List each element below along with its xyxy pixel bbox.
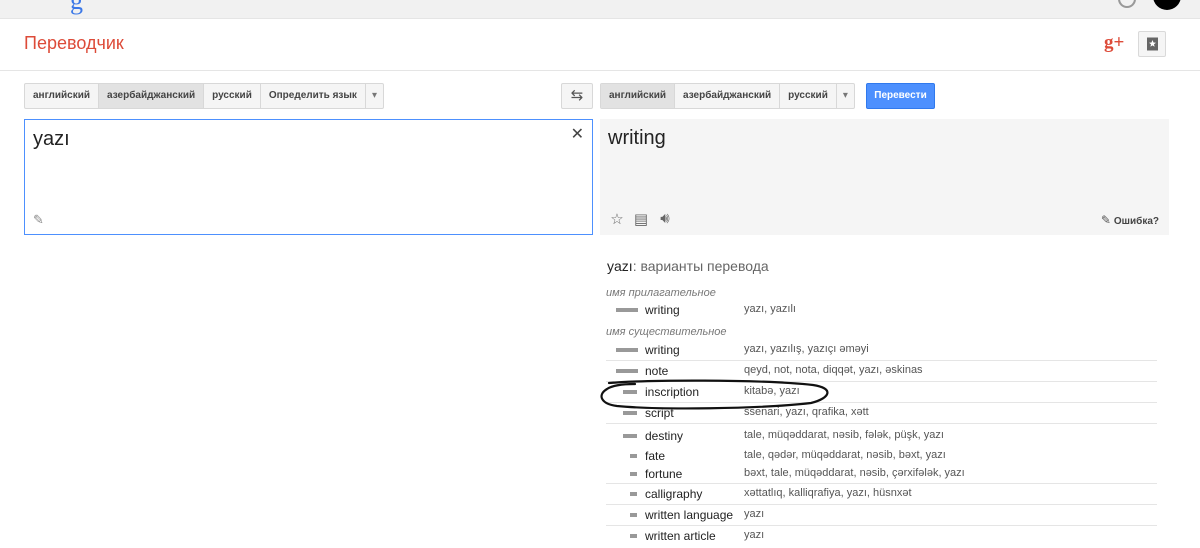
report-error-link[interactable]: ✎ Ошибка? <box>1101 213 1159 227</box>
bookmark-icon <box>1147 37 1158 51</box>
entry-word: writing <box>645 303 680 317</box>
speaker-icon[interactable]: 🔊︎ <box>657 210 673 228</box>
google-top-bar: g <box>0 0 1200 19</box>
source-lang-russian[interactable]: русский <box>204 84 261 108</box>
frequency-bar <box>616 348 638 352</box>
report-label: Ошибка? <box>1113 216 1159 227</box>
translate-button[interactable]: Перевести <box>866 83 935 109</box>
target-lang-azerbaijani[interactable]: азербайджанский <box>675 84 781 108</box>
list-item[interactable]: fate tale, qədər, müqəddarat, nəsib, bəx… <box>606 446 1157 464</box>
entry-word: written language <box>645 508 734 522</box>
result-text: writing <box>608 127 666 149</box>
dictionary-title: yazı: варианты перевода <box>607 258 769 274</box>
frequency-bar <box>630 454 637 458</box>
entry-word: fate <box>645 449 666 463</box>
entry-translations: bəxt, tale, müqəddarat, nəsib, çərxifələ… <box>744 467 965 479</box>
entry-word: note <box>645 364 669 378</box>
frequency-bar <box>630 472 637 476</box>
page-title: Переводчик <box>24 33 124 53</box>
entry-translations: tale, müqəddarat, nəsib, fələk, püşk, ya… <box>744 429 944 441</box>
close-icon[interactable]: ✕ <box>571 124 584 144</box>
frequency-bar <box>630 492 637 496</box>
entry-translations: yazı, yazılış, yazıçı əməyi <box>744 343 869 355</box>
list-item[interactable]: calligraphy xəttatlıq, kalliqrafiya, yaz… <box>606 484 1157 505</box>
list-item[interactable]: writing yazı, yazılı <box>606 300 1157 321</box>
hand-drawn-circle-annotation <box>600 379 829 410</box>
frequency-bar <box>623 434 637 438</box>
entry-translations: tale, qədər, müqəddarat, nəsib, bəxt, ya… <box>744 449 946 461</box>
entry-translations: yazı, yazılı <box>744 303 796 315</box>
apps-icon[interactable] <box>1118 0 1136 8</box>
entry-word: writing <box>645 343 680 357</box>
translation-result: writing ☆ ▤ 🔊︎ ✎ Ошибка? <box>600 119 1169 235</box>
star-icon[interactable]: ☆ <box>609 210 625 228</box>
swap-languages-button[interactable]: ⇆ <box>561 83 593 109</box>
source-text: yazı <box>33 128 70 150</box>
entry-word: calligraphy <box>645 487 703 501</box>
dictionary-word: yazı <box>607 258 633 274</box>
target-lang-russian[interactable]: русский <box>780 84 837 108</box>
frequency-bar <box>630 534 637 538</box>
frequency-bar <box>616 308 638 312</box>
entry-translations: qeyd, not, nota, diqqət, yazı, əskinas <box>744 364 923 376</box>
list-item[interactable]: written language yazı <box>606 505 1157 526</box>
chevron-down-icon: ▾ <box>371 90 377 101</box>
phrasebook-button[interactable] <box>1138 31 1166 57</box>
source-lang-detect[interactable]: Определить язык <box>261 84 366 108</box>
list-item[interactable]: writing yazı, yazılış, yazıçı əməyi <box>606 340 1157 361</box>
frequency-bar <box>616 369 638 373</box>
swap-icon: ⇆ <box>570 87 584 104</box>
google-plus-icon[interactable]: g+ <box>1104 32 1124 54</box>
entry-word: written article <box>645 529 716 543</box>
list-item[interactable]: fortune bəxt, tale, müqəddarat, nəsib, ç… <box>606 464 1157 484</box>
entry-word: destiny <box>645 429 684 443</box>
entry-translations: yazı <box>744 508 765 520</box>
dictionary-title-suffix: : варианты перевода <box>632 258 769 274</box>
app-header: Переводчик g+ <box>0 19 1200 71</box>
part-of-speech-label: имя существительное <box>606 326 727 338</box>
source-lang-english[interactable]: английский <box>25 84 100 108</box>
frequency-bar <box>623 411 637 415</box>
target-lang-dropdown[interactable]: ▾ <box>837 84 854 108</box>
dictionary-list: имя прилагательное writing yazı, yazılı … <box>606 286 1157 546</box>
target-lang-english[interactable]: английский <box>601 84 676 108</box>
target-language-bar: английский азербайджанский русский ▾ <box>600 83 855 109</box>
entry-word: fortune <box>645 467 683 481</box>
list-icon[interactable]: ▤ <box>633 210 649 228</box>
source-lang-azerbaijani[interactable]: азербайджанский <box>99 84 205 108</box>
entry-translations: xəttatlıq, kalliqrafiya, yazı, hüsnxət <box>744 487 912 499</box>
source-lang-dropdown[interactable]: ▾ <box>366 84 383 108</box>
part-of-speech-label: имя прилагательное <box>606 287 716 299</box>
google-logo: g <box>70 0 83 15</box>
pencil-icon: ✎ <box>1100 213 1111 227</box>
list-item[interactable]: written article yazı <box>606 526 1157 546</box>
pencil-icon[interactable]: ✎ <box>33 212 44 228</box>
source-text-input[interactable]: yazı ✕ ✎ <box>24 119 593 235</box>
entry-translations: yazı <box>744 529 765 541</box>
avatar[interactable] <box>1153 0 1181 10</box>
chevron-down-icon: ▾ <box>842 90 848 101</box>
frequency-bar <box>630 513 637 517</box>
list-item[interactable]: destiny tale, müqəddarat, nəsib, fələk, … <box>606 424 1157 446</box>
source-language-bar: английский азербайджанский русский Опред… <box>24 83 384 109</box>
